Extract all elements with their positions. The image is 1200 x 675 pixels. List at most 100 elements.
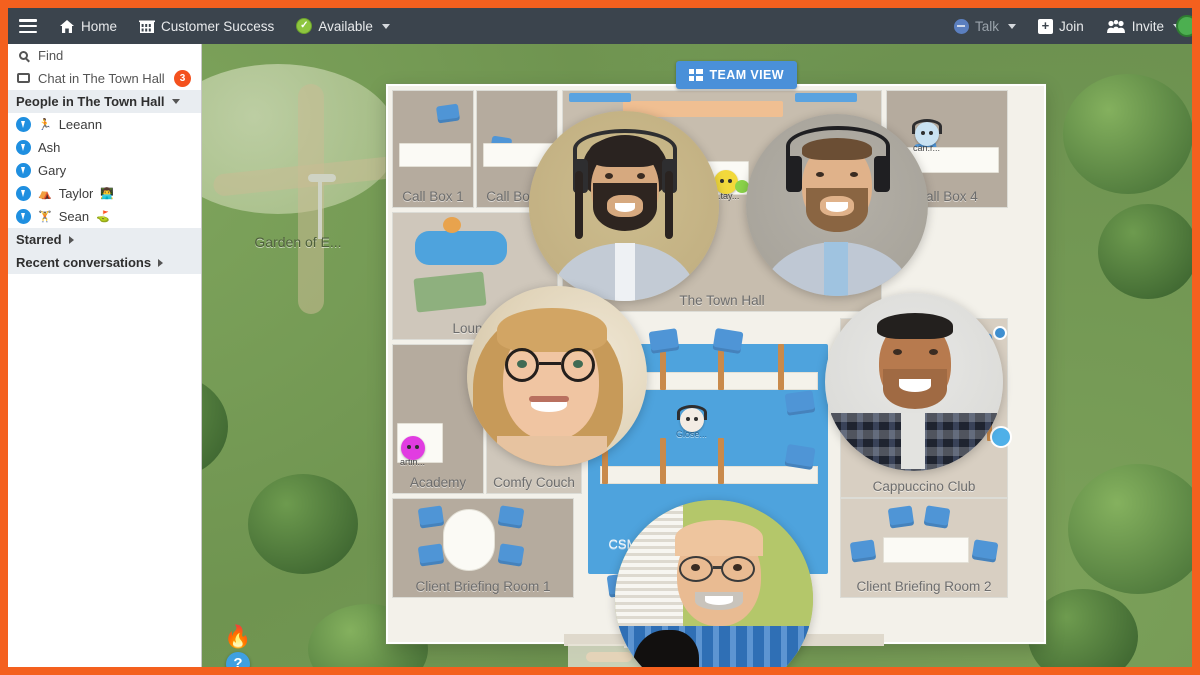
- sidebar-person-leeann[interactable]: 🏃 Leeann: [8, 113, 201, 136]
- invite-label: Invite: [1131, 18, 1164, 34]
- status-badge: [16, 209, 31, 224]
- chair-decoration: [784, 443, 816, 471]
- home-icon: [60, 19, 74, 33]
- user-avatar[interactable]: [1176, 15, 1192, 37]
- home-button[interactable]: Home: [48, 8, 128, 44]
- room-label: Comfy Couch: [493, 475, 575, 490]
- chair-decoration: [784, 390, 816, 416]
- sidebar-person-taylor[interactable]: ⛺ Taylor 👨‍💻: [8, 182, 201, 205]
- status-badge: [16, 117, 31, 132]
- chat-icon: [16, 72, 31, 86]
- chair-decoration: [497, 543, 525, 567]
- lamppost-decoration: [318, 179, 322, 239]
- chair-decoration: [435, 103, 461, 124]
- tree-decoration: [248, 474, 358, 574]
- table-decoration: [443, 509, 495, 571]
- person-emoji: 🏃: [38, 119, 52, 131]
- chair-decoration: [887, 505, 915, 529]
- headphones-icon: [676, 405, 707, 420]
- find-label: Find: [38, 48, 64, 63]
- sign-decoration: [569, 93, 631, 102]
- status-badge: [16, 140, 31, 155]
- plus-icon: +: [1037, 18, 1053, 34]
- chair-decoration: [923, 505, 951, 529]
- avatar-ball: [400, 436, 425, 460]
- tree-decoration: [1063, 74, 1192, 194]
- sidebar-section-starred[interactable]: Starred: [8, 228, 201, 251]
- chevron-down-icon: [171, 99, 180, 104]
- top-navigation-bar: Home Customer Success ✓ Available Talk +…: [8, 8, 1192, 44]
- check-circle-icon: ✓: [296, 18, 313, 34]
- talk-button[interactable]: Talk: [943, 8, 1027, 44]
- person-name: Taylor: [58, 186, 94, 201]
- person-emoji-suffix: ⛳: [96, 211, 110, 223]
- sidebar-section-recent[interactable]: Recent conversations: [8, 251, 201, 274]
- post-decoration: [718, 438, 724, 484]
- person-name: Gary: [38, 163, 67, 178]
- video-feed: [615, 500, 813, 667]
- sidebar-section-people[interactable]: People in The Town Hall: [8, 90, 201, 113]
- mini-avatar-glose[interactable]: Glose...: [676, 405, 707, 439]
- post-decoration: [660, 438, 666, 484]
- chevron-down-icon: [1007, 23, 1016, 29]
- video-bubble-man-plaid-shirt[interactable]: [825, 293, 1003, 471]
- talk-label: Talk: [974, 18, 999, 34]
- video-feed: [825, 293, 1003, 471]
- sidebar-item-find[interactable]: Find: [8, 44, 201, 67]
- starred-label: Starred: [16, 232, 62, 247]
- team-button[interactable]: Customer Success: [128, 8, 285, 44]
- chair-decoration: [417, 543, 445, 567]
- room-call-box-1[interactable]: Call Box 1: [392, 90, 474, 208]
- avatar-ball: [676, 405, 707, 432]
- video-feed: [467, 286, 647, 466]
- application-window: Home Customer Success ✓ Available Talk +…: [8, 8, 1192, 667]
- mini-avatar-artin[interactable]: artin...: [400, 436, 425, 467]
- table-decoration: [883, 537, 969, 563]
- microphone-icon: [953, 18, 969, 34]
- video-bubble-man-glasses-plaid-blue[interactable]: [615, 500, 813, 667]
- chevron-right-icon: [68, 235, 74, 244]
- status-badge: [16, 163, 31, 178]
- video-bubble-bearded-man-headphones[interactable]: [529, 111, 719, 301]
- video-bubble-man-headphones[interactable]: [746, 114, 928, 296]
- people-icon: [1106, 19, 1125, 33]
- tree-decoration: [1098, 204, 1192, 299]
- room-client-briefing-room-2[interactable]: Client Briefing Room 2: [840, 498, 1008, 598]
- sign-decoration: [795, 93, 857, 102]
- grid-icon: [689, 69, 703, 81]
- lamppost-decoration: [308, 174, 336, 182]
- sidebar-person-sean[interactable]: 🏋 Sean ⛳: [8, 205, 201, 228]
- person-emoji: ⛺: [38, 188, 52, 200]
- help-button[interactable]: ?: [226, 652, 250, 667]
- sidebar-person-ash[interactable]: Ash: [8, 136, 201, 159]
- person-emoji: 🏋: [38, 211, 52, 223]
- join-button[interactable]: + Join: [1027, 8, 1095, 44]
- left-sidebar: Find Chat in The Town Hall 3 People in T…: [8, 44, 202, 667]
- video-bubble-woman-glasses[interactable]: [467, 286, 647, 466]
- status-label: Available: [318, 18, 373, 34]
- room-client-briefing-room-1[interactable]: Client Briefing Room 1: [392, 498, 574, 598]
- person-name: Leeann: [58, 117, 103, 132]
- tree-decoration: [1068, 464, 1192, 594]
- outdoor-label-garden: Garden of E...: [254, 234, 342, 250]
- chair-decoration: [648, 328, 680, 354]
- room-label: Cappuccino Club: [872, 479, 976, 494]
- status-button[interactable]: ✓ Available: [285, 8, 401, 44]
- lamp-decoration: [443, 217, 461, 233]
- room-label: Client Briefing Room 1: [415, 579, 551, 594]
- recent-label: Recent conversations: [16, 255, 152, 270]
- sidebar-item-chat[interactable]: Chat in The Town Hall 3: [8, 67, 201, 90]
- search-icon: [16, 49, 31, 63]
- team-label: Customer Success: [161, 18, 275, 34]
- video-feed: [529, 111, 719, 301]
- sidebar-person-gary[interactable]: Gary: [8, 159, 201, 182]
- room-label: Call Box 1: [402, 189, 464, 204]
- menu-button[interactable]: [8, 8, 48, 44]
- team-view-button[interactable]: TEAM VIEW: [676, 61, 797, 89]
- chat-label: Chat in The Town Hall: [38, 71, 165, 86]
- sofa-decoration: [415, 231, 507, 265]
- chair-decoration: [971, 539, 999, 563]
- fire-icon[interactable]: 🔥: [224, 624, 251, 650]
- person-name: Sean: [58, 209, 90, 224]
- join-label: Join: [1058, 18, 1084, 34]
